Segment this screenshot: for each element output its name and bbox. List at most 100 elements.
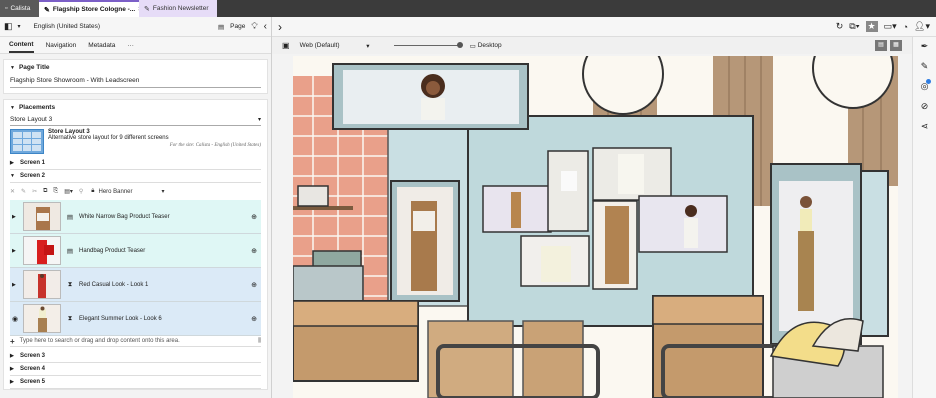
- reload-icon[interactable]: ↻: [836, 21, 844, 32]
- page-icon: ▫: [5, 5, 8, 12]
- screen-label: Screen 3: [20, 353, 46, 359]
- content-tabs: Content Navigation Metadata ···: [0, 37, 271, 54]
- layout-select[interactable]: Store Layout 3 ▾: [10, 115, 261, 126]
- panel-layout-icon[interactable]: ◧: [4, 21, 13, 32]
- screen-label: Screen 4: [20, 366, 46, 372]
- viewport-label: Desktop: [477, 42, 502, 49]
- document-icon: ▤: [66, 213, 74, 221]
- lightbulb-icon[interactable]: 💡︎: [251, 21, 257, 32]
- screen-label: Screen 2: [20, 173, 46, 179]
- copy-icon[interactable]: ⧉: [43, 188, 47, 195]
- tab-content[interactable]: Content: [9, 41, 34, 53]
- pen-icon[interactable]: ✒: [921, 41, 929, 52]
- placements-heading[interactable]: ▼ Placements: [4, 100, 267, 115]
- zoom-slider[interactable]: [393, 42, 463, 48]
- page-title-heading[interactable]: ▼ Page Title: [4, 60, 267, 75]
- layout-select-value: Store Layout 3: [10, 116, 53, 123]
- star-icon[interactable]: ★: [865, 21, 878, 32]
- remove-icon[interactable]: ✕: [10, 188, 15, 195]
- screen-row[interactable]: ▶ Screen 3: [10, 350, 261, 363]
- banner-type-value: Hero Banner: [98, 188, 133, 195]
- chevron-down-icon: ▾: [161, 189, 165, 195]
- pen-off-icon[interactable]: ✎: [921, 61, 929, 72]
- paste-icon[interactable]: ⎘: [53, 188, 58, 195]
- list-item[interactable]: ▶ ⧗ Red Casual Look - Look 1 ⊕: [10, 268, 261, 302]
- lock-icon: 🔒︎: [91, 188, 95, 194]
- chevron-right-icon[interactable]: ▶: [12, 282, 18, 288]
- tab-fashion-newsletter[interactable]: ✎ Fashion Newsletter: [139, 0, 217, 17]
- list-item[interactable]: ▶ ▤ White Narrow Bag Product Teaser ⊕: [10, 200, 261, 234]
- collapse-left-icon[interactable]: ‹: [264, 21, 267, 32]
- chevron-right-icon: ▶: [10, 160, 14, 166]
- thumbnail: [23, 270, 61, 299]
- time-icon[interactable]: ◔: [903, 22, 908, 32]
- link-icon[interactable]: ⚲: [79, 188, 83, 195]
- chevron-right-icon: ▶: [10, 366, 14, 372]
- drop-zone[interactable]: + Type here to search or drag and drop c…: [10, 336, 261, 347]
- more-tabs-icon[interactable]: ···: [127, 42, 134, 49]
- panel-icon[interactable]: ▣: [282, 41, 290, 50]
- slider-knob[interactable]: [456, 42, 463, 48]
- open-external-icon[interactable]: ⧉▾: [849, 21, 859, 32]
- chevron-down-icon: ▼: [10, 104, 15, 111]
- store-preview-canvas[interactable]: [293, 56, 898, 398]
- screen-row[interactable]: ▼ Screen 2: [10, 170, 261, 183]
- screen-label: Screen 1: [20, 160, 46, 166]
- screen-row[interactable]: ▶ Screen 5: [10, 376, 261, 389]
- globe-icon: ⊕: [251, 247, 257, 255]
- content-panel: ◧ ▾ English (United States) ▤ Page 💡︎ ‹ …: [0, 17, 272, 398]
- placement-list: ▶ ▤ White Narrow Bag Product Teaser ⊕ ▶ …: [10, 200, 261, 336]
- document-tab-bar: ▫ Calista ✎ Flagship Store Cologne -... …: [0, 0, 936, 17]
- locale-label[interactable]: English (United States): [34, 23, 100, 30]
- banner-type-select[interactable]: 🔒︎ Hero Banner ▾: [91, 188, 164, 195]
- view-mode-icon[interactable]: ▤: [875, 40, 887, 51]
- thumbnail: [23, 304, 61, 333]
- placements-card: ▼ Placements Store Layout 3 ▾ Store Layo…: [3, 99, 268, 390]
- screen-label: Screen 5: [20, 379, 46, 385]
- tab-flagship-store[interactable]: ✎ Flagship Store Cologne -... ×: [39, 0, 142, 17]
- chevron-right-icon[interactable]: ▶: [12, 214, 18, 220]
- tab-label: Calista: [10, 5, 31, 12]
- hide-icon[interactable]: ⊘: [921, 101, 929, 112]
- share-icon[interactable]: ⋖: [921, 121, 929, 132]
- edit-icon[interactable]: ✎: [21, 188, 26, 195]
- library-icon[interactable]: ⫼: [258, 338, 261, 345]
- list-item[interactable]: ▶ ▤ Handbag Product Teaser ⊕: [10, 234, 261, 268]
- image-icon[interactable]: ▭▾: [884, 21, 897, 32]
- layout-mode-icon[interactable]: ▦: [890, 40, 902, 51]
- tab-calista[interactable]: ▫ Calista: [0, 0, 39, 17]
- pencil-icon: ✎: [44, 6, 50, 14]
- plus-icon[interactable]: +: [10, 337, 15, 346]
- item-label: Red Casual Look - Look 1: [79, 281, 149, 288]
- expand-circle-icon[interactable]: ◉: [12, 315, 18, 323]
- cut-icon[interactable]: ✂: [32, 188, 37, 195]
- chevron-down-icon: ▾: [257, 117, 261, 123]
- globe-icon: ⊕: [251, 213, 257, 221]
- preview-settings-bar: ▣ Web (Default) ▾ ▭ Desktop ▤ ▦: [272, 37, 912, 54]
- tab-metadata[interactable]: Metadata: [88, 42, 115, 49]
- notification-icon[interactable]: ◎: [921, 79, 932, 92]
- chevron-down-icon: ▾: [366, 42, 370, 50]
- screen-row[interactable]: ▶ Screen 1: [10, 157, 261, 170]
- content-toolbar: ◧ ▾ English (United States) ▤ Page 💡︎ ‹: [0, 17, 271, 37]
- monitor-icon: ▭: [469, 42, 476, 50]
- page-title-input[interactable]: Flagship Store Showroom - With Leadscree…: [10, 75, 261, 88]
- chevron-down-icon[interactable]: ▾: [18, 23, 21, 30]
- globe-icon: ⊕: [251, 281, 257, 289]
- thumbnail: [23, 202, 61, 231]
- section-heading: Placements: [18, 104, 56, 111]
- device-select[interactable]: Web (Default) ▾: [300, 42, 370, 50]
- document-icon: ▤: [66, 247, 74, 255]
- chevron-down-icon: ▼: [10, 64, 15, 71]
- list-item[interactable]: ◉ ⧗ Elegant Summer Look - Look 6 ⊕: [10, 302, 261, 336]
- expand-right-icon[interactable]: ›: [278, 20, 282, 34]
- pencil-icon: ✎: [144, 5, 150, 13]
- thumbnail: [23, 236, 61, 265]
- chevron-right-icon[interactable]: ▶: [12, 248, 18, 254]
- new-content-icon[interactable]: ▤▾: [64, 188, 73, 195]
- user-icon[interactable]: 👤︎▾: [914, 21, 930, 32]
- tab-navigation[interactable]: Navigation: [46, 42, 77, 49]
- view-mode-buttons: ▤ ▦: [875, 40, 902, 51]
- section-heading: Page Title: [18, 64, 50, 71]
- screen-row[interactable]: ▶ Screen 4: [10, 363, 261, 376]
